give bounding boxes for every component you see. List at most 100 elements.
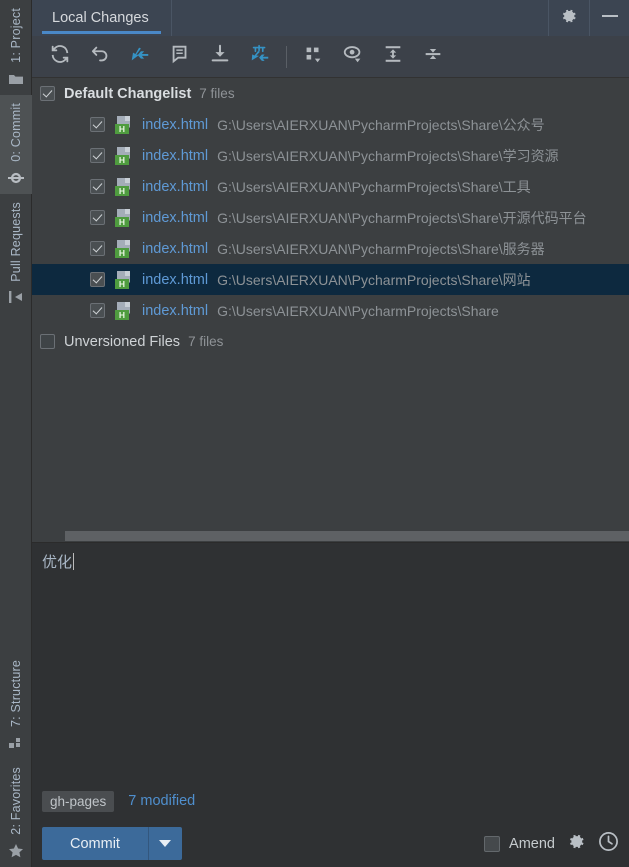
file-name: index.html: [142, 240, 209, 257]
pull-request-icon: [8, 289, 24, 305]
table-row-selected[interactable]: H index.html G:\Users\AIERXUAN\PycharmPr…: [32, 264, 629, 295]
commit-panel: Local Changes Default Changelist 7 files…: [32, 0, 629, 867]
rail-item-structure[interactable]: 7: Structure: [0, 652, 32, 759]
table-row[interactable]: H index.html G:\Users\AIERXUAN\PycharmPr…: [32, 171, 629, 202]
structure-icon: [8, 735, 24, 751]
rail-item-structure-label: 7: Structure: [8, 660, 23, 728]
rail-bottom-group: 7: Structure 2: Favorites: [0, 652, 32, 867]
shelve-changes-button[interactable]: [240, 37, 280, 77]
commit-button-group: Commit: [42, 827, 182, 860]
tool-window-settings-button[interactable]: [549, 0, 589, 36]
rail-item-favorites-label: 2: Favorites: [8, 767, 23, 835]
star-icon: [8, 843, 24, 859]
file-name: index.html: [142, 209, 209, 226]
clock-icon: [598, 831, 619, 857]
html-file-icon: H: [115, 146, 133, 165]
modified-count-link[interactable]: 7 modified: [128, 793, 195, 809]
file-path: G:\Users\AIERXUAN\PycharmProjects\Share\…: [217, 178, 531, 195]
branch-chip[interactable]: gh-pages: [42, 790, 115, 812]
changelist-row-default[interactable]: Default Changelist 7 files: [32, 78, 629, 109]
hide-tool-window-button[interactable]: [589, 0, 629, 36]
unversioned-label: Unversioned Files: [64, 333, 181, 350]
commit-message-text: 优化: [42, 554, 73, 571]
tab-local-changes-label: Local Changes: [52, 10, 149, 26]
download-icon: [209, 43, 231, 70]
tree-scrollbar-thumb[interactable]: [65, 531, 629, 541]
html-file-badge: H: [115, 123, 129, 134]
commit-tool-window: 1: Project 0: Commit Pull Requests 7: St…: [0, 0, 629, 867]
group-by-button[interactable]: [293, 37, 333, 77]
rollback-button[interactable]: [80, 37, 120, 77]
tab-bar-spacer: [172, 0, 549, 36]
amend-option[interactable]: Amend: [484, 835, 555, 852]
commit-settings-button[interactable]: [567, 832, 586, 856]
gear-icon: [560, 7, 578, 30]
update-project-button[interactable]: [200, 37, 240, 77]
file-checkbox[interactable]: [90, 210, 105, 225]
html-file-icon: H: [115, 270, 133, 289]
html-file-icon: H: [115, 115, 133, 134]
commit-options-button[interactable]: [148, 827, 182, 860]
file-checkbox[interactable]: [90, 241, 105, 256]
file-path: G:\Users\AIERXUAN\PycharmProjects\Share\…: [217, 209, 587, 226]
commit-bottom-bar: gh-pages 7 modified Commit Amend: [32, 782, 629, 867]
html-file-icon: H: [115, 208, 133, 227]
rail-item-pull-requests-label: Pull Requests: [8, 201, 23, 282]
changelist-label: Default Changelist: [64, 85, 192, 102]
table-row[interactable]: H index.html G:\Users\AIERXUAN\PycharmPr…: [32, 140, 629, 171]
table-row[interactable]: H index.html G:\Users\AIERXUAN\PycharmPr…: [32, 233, 629, 264]
html-file-icon: H: [115, 239, 133, 258]
file-name: index.html: [142, 116, 209, 133]
rail-item-pull-requests[interactable]: Pull Requests: [0, 194, 32, 314]
unversioned-count: 7 files: [188, 334, 224, 349]
file-path: G:\Users\AIERXUAN\PycharmProjects\Share: [217, 302, 499, 319]
rail-top-group: 1: Project 0: Commit Pull Requests: [0, 0, 32, 314]
group-by-icon: [302, 43, 324, 70]
project-folder-icon: [8, 71, 24, 87]
tab-bar-actions: [549, 0, 629, 36]
tree-horizontal-scrollbar[interactable]: [32, 530, 629, 542]
rail-item-favorites[interactable]: 2: Favorites: [0, 759, 32, 867]
refresh-button[interactable]: [40, 37, 80, 77]
commit-history-button[interactable]: [598, 831, 619, 857]
file-path: G:\Users\AIERXUAN\PycharmProjects\Share\…: [217, 271, 531, 288]
shelve-icon: [249, 43, 271, 70]
table-row[interactable]: H index.html G:\Users\AIERXUAN\PycharmPr…: [32, 295, 629, 326]
file-name: index.html: [142, 147, 209, 164]
preview-diff-button[interactable]: [333, 37, 373, 77]
changelist-checkbox[interactable]: [40, 86, 55, 101]
commit-button[interactable]: Commit: [42, 827, 149, 860]
minimize-icon: [600, 9, 620, 28]
commit-message-editor[interactable]: 优化: [32, 542, 629, 782]
changelist-count: 7 files: [199, 86, 235, 101]
rail-item-commit-label: 0: Commit: [8, 102, 23, 162]
file-path: G:\Users\AIERXUAN\PycharmProjects\Share\…: [217, 147, 559, 164]
html-file-icon: H: [115, 301, 133, 320]
refresh-icon: [49, 43, 71, 70]
file-checkbox[interactable]: [90, 117, 105, 132]
rail-item-project[interactable]: 1: Project: [0, 0, 32, 95]
unversioned-checkbox[interactable]: [40, 334, 55, 349]
amend-checkbox[interactable]: [484, 835, 501, 852]
file-checkbox[interactable]: [90, 272, 105, 287]
file-checkbox[interactable]: [90, 148, 105, 163]
edit-source-button[interactable]: [160, 37, 200, 77]
expand-all-button[interactable]: [373, 37, 413, 77]
tab-local-changes[interactable]: Local Changes: [32, 0, 172, 36]
commit-right-actions: Amend: [484, 831, 619, 857]
file-checkbox[interactable]: [90, 179, 105, 194]
rollback-icon: [89, 43, 111, 70]
rail-item-project-label: 1: Project: [8, 8, 23, 63]
show-diff-button[interactable]: [120, 37, 160, 77]
chevron-down-icon: [159, 840, 172, 847]
table-row[interactable]: H index.html G:\Users\AIERXUAN\PycharmPr…: [32, 202, 629, 233]
collapse-all-button[interactable]: [413, 37, 453, 77]
table-row[interactable]: H index.html G:\Users\AIERXUAN\PycharmPr…: [32, 109, 629, 140]
changes-toolbar: [32, 36, 629, 78]
changelist-row-unversioned[interactable]: Unversioned Files 7 files: [32, 326, 629, 357]
changes-tree[interactable]: Default Changelist 7 files H index.html …: [32, 78, 629, 542]
file-checkbox[interactable]: [90, 303, 105, 318]
collapse-all-icon: [422, 43, 444, 70]
rail-item-commit[interactable]: 0: Commit: [0, 94, 32, 194]
html-file-badge: H: [115, 247, 129, 258]
